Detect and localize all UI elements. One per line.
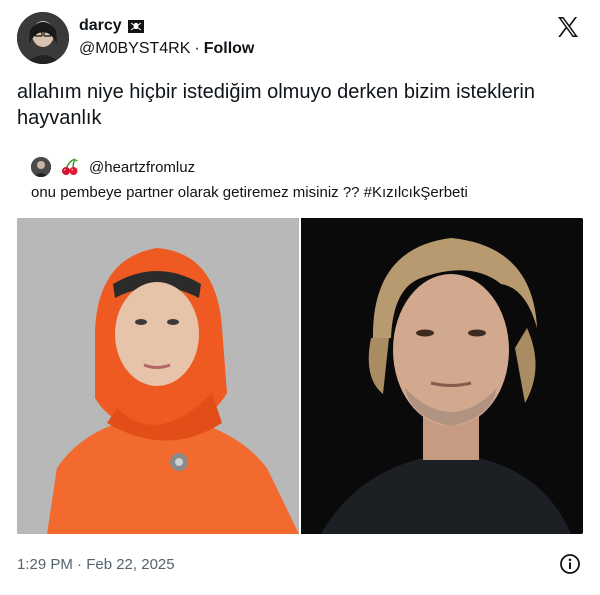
separator-dot: · — [194, 40, 200, 57]
tweet-text: allahım niye hiçbir istediğim olmuyo der… — [17, 81, 535, 129]
author-display-name[interactable]: darcy — [79, 17, 122, 35]
info-icon[interactable] — [559, 553, 581, 575]
cherry-icon — [62, 158, 78, 175]
follow-button[interactable]: Follow — [204, 40, 255, 58]
tweet-footer: 1:29 PM · Feb 22, 2025 — [17, 553, 583, 577]
author-handle-line: @M0BYST4RK · Follow — [79, 40, 254, 58]
x-logo-icon[interactable] — [556, 15, 580, 39]
quoted-handle[interactable]: @heartzfromluz — [89, 159, 195, 176]
quoted-text: onu pembeye partner olarak getiremez mis… — [31, 184, 468, 201]
tweet-header: darcy @M0BYST4RK · Follow — [17, 12, 583, 64]
quoted-header: @heartzfromluz — [31, 156, 195, 178]
woman-orange-hijab-photo[interactable] — [17, 218, 299, 534]
author-name-line: darcy — [79, 17, 144, 35]
man-blond-hair-photo[interactable] — [301, 218, 583, 534]
quoted-photos — [17, 218, 583, 534]
quoted-tweet[interactable]: @heartzfromluz onu pembeye partner olara… — [17, 152, 583, 538]
quoted-avatar — [31, 157, 51, 177]
author-avatar[interactable] — [17, 12, 69, 64]
tweet-timestamp[interactable]: 1:29 PM · Feb 22, 2025 — [17, 556, 175, 573]
pirate-flag-icon — [127, 19, 144, 33]
author-handle[interactable]: @M0BYST4RK — [79, 40, 190, 58]
